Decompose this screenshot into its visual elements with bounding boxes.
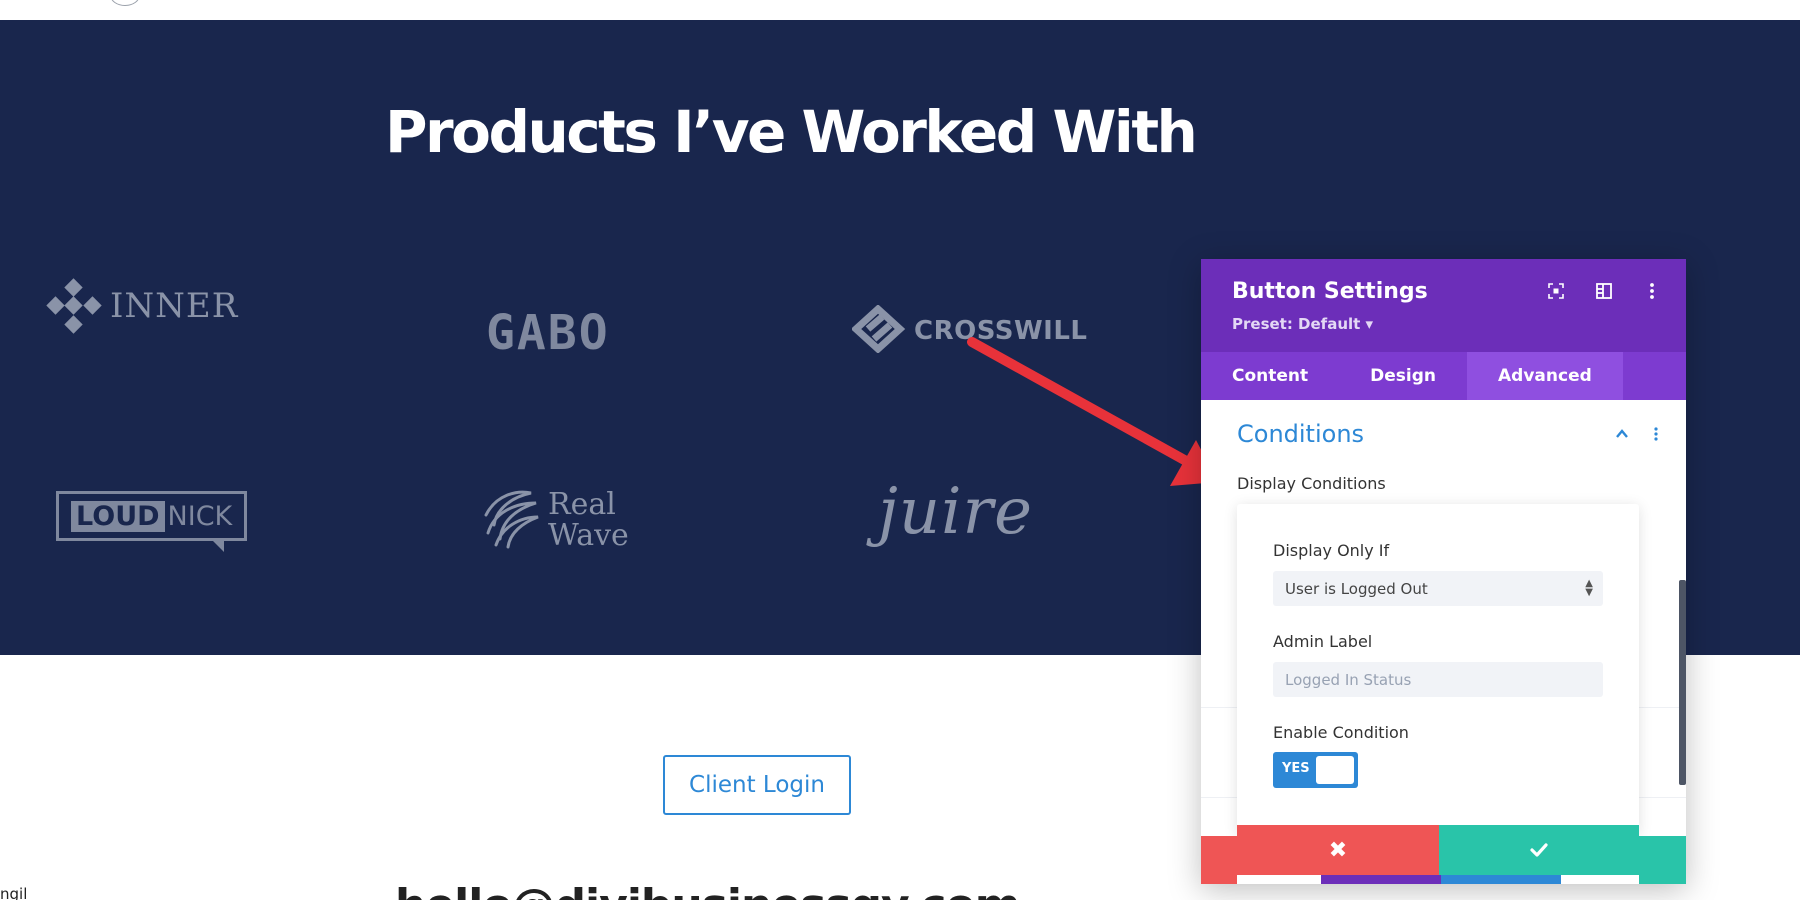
modal-tabs: Content Design Advanced [1201,352,1686,400]
condition-card-footer: ✖ [1237,825,1639,875]
logo-realwave: Real Wave [476,485,629,555]
section-title: Products I’ve Worked With [385,98,1198,166]
modal-body: Conditions Display Conditions Display On… [1201,400,1686,884]
condition-card: Display Only If User is Logged Out ▲ ▼ Ad… [1237,504,1639,834]
save-button[interactable] [1439,825,1639,875]
loudnick-box: LOUD NICK [56,491,248,552]
toggle-yes-label: YES [1282,761,1310,776]
footer-strip-blue [1441,874,1561,884]
close-icon: ✖ [1328,837,1348,863]
display-only-if-select[interactable]: User is Logged Out ▲ ▼ [1273,571,1603,606]
tab-design[interactable]: Design [1339,352,1467,400]
select-arrows-icon: ▲ ▼ [1585,578,1593,598]
admin-label-input[interactable] [1273,662,1603,697]
enable-condition-toggle[interactable]: YES [1273,752,1358,788]
speech-tail-icon [210,538,225,552]
admin-label-label: Admin Label [1273,632,1373,651]
page: Products I’ve Worked With INNER GABO CRO… [0,0,1800,900]
footer-strip-purple [1321,874,1441,884]
split-view-icon[interactable] [1594,281,1614,301]
preset-dropdown[interactable]: Preset: Default ▾ [1232,315,1373,333]
footer-save-edge[interactable] [1639,836,1686,884]
display-only-if-label: Display Only If [1273,541,1390,560]
loudnick-loud: LOUD [71,500,165,532]
diamond-logo-icon [46,278,102,334]
realwave-line2: Wave [548,518,629,553]
enable-condition-label: Enable Condition [1273,723,1409,742]
tab-advanced[interactable]: Advanced [1467,352,1623,400]
fullscreen-icon[interactable] [1546,281,1566,301]
modal-header: Button Settings Preset: Default ▾ [1201,259,1686,352]
top-circle-icon [110,0,140,6]
scrollbar[interactable] [1679,580,1686,785]
modal-header-icons [1546,281,1662,301]
contact-email: hello@divibusinessgy.com [395,880,1021,900]
wave-lines-icon [476,485,542,555]
side-text-fragment: ngil [0,885,28,900]
crosswill-mark-icon [850,304,908,357]
toggle-knob [1316,756,1354,784]
section-controls [1614,426,1664,446]
logo-loudnick: LOUD NICK [56,491,248,552]
logo-inner-text: INNER [110,286,239,326]
loudnick-nick: NICK [167,500,233,532]
modal-title: Button Settings [1232,279,1428,304]
button-settings-modal: Button Settings Preset: Default ▾ Conten… [1201,259,1686,884]
top-strip [0,0,1800,20]
display-conditions-label: Display Conditions [1237,474,1386,493]
logo-inner: INNER [46,278,238,334]
conditions-section-title[interactable]: Conditions [1237,420,1364,448]
client-login-button[interactable]: Client Login [663,755,851,815]
chevron-up-icon[interactable] [1614,426,1630,446]
red-arrow-icon [967,337,1218,486]
check-icon [1530,843,1548,857]
cancel-button[interactable]: ✖ [1237,825,1439,875]
section-more-icon[interactable] [1648,426,1664,446]
realwave-line1: Real [548,487,616,522]
display-only-if-value: User is Logged Out [1285,579,1428,598]
more-options-icon[interactable] [1642,281,1662,301]
realwave-text: Real Wave [548,489,629,551]
logo-gabo: GABO [486,305,610,361]
footer-strip [1321,874,1561,884]
tab-content[interactable]: Content [1201,352,1339,400]
footer-discard-edge[interactable] [1201,836,1237,884]
